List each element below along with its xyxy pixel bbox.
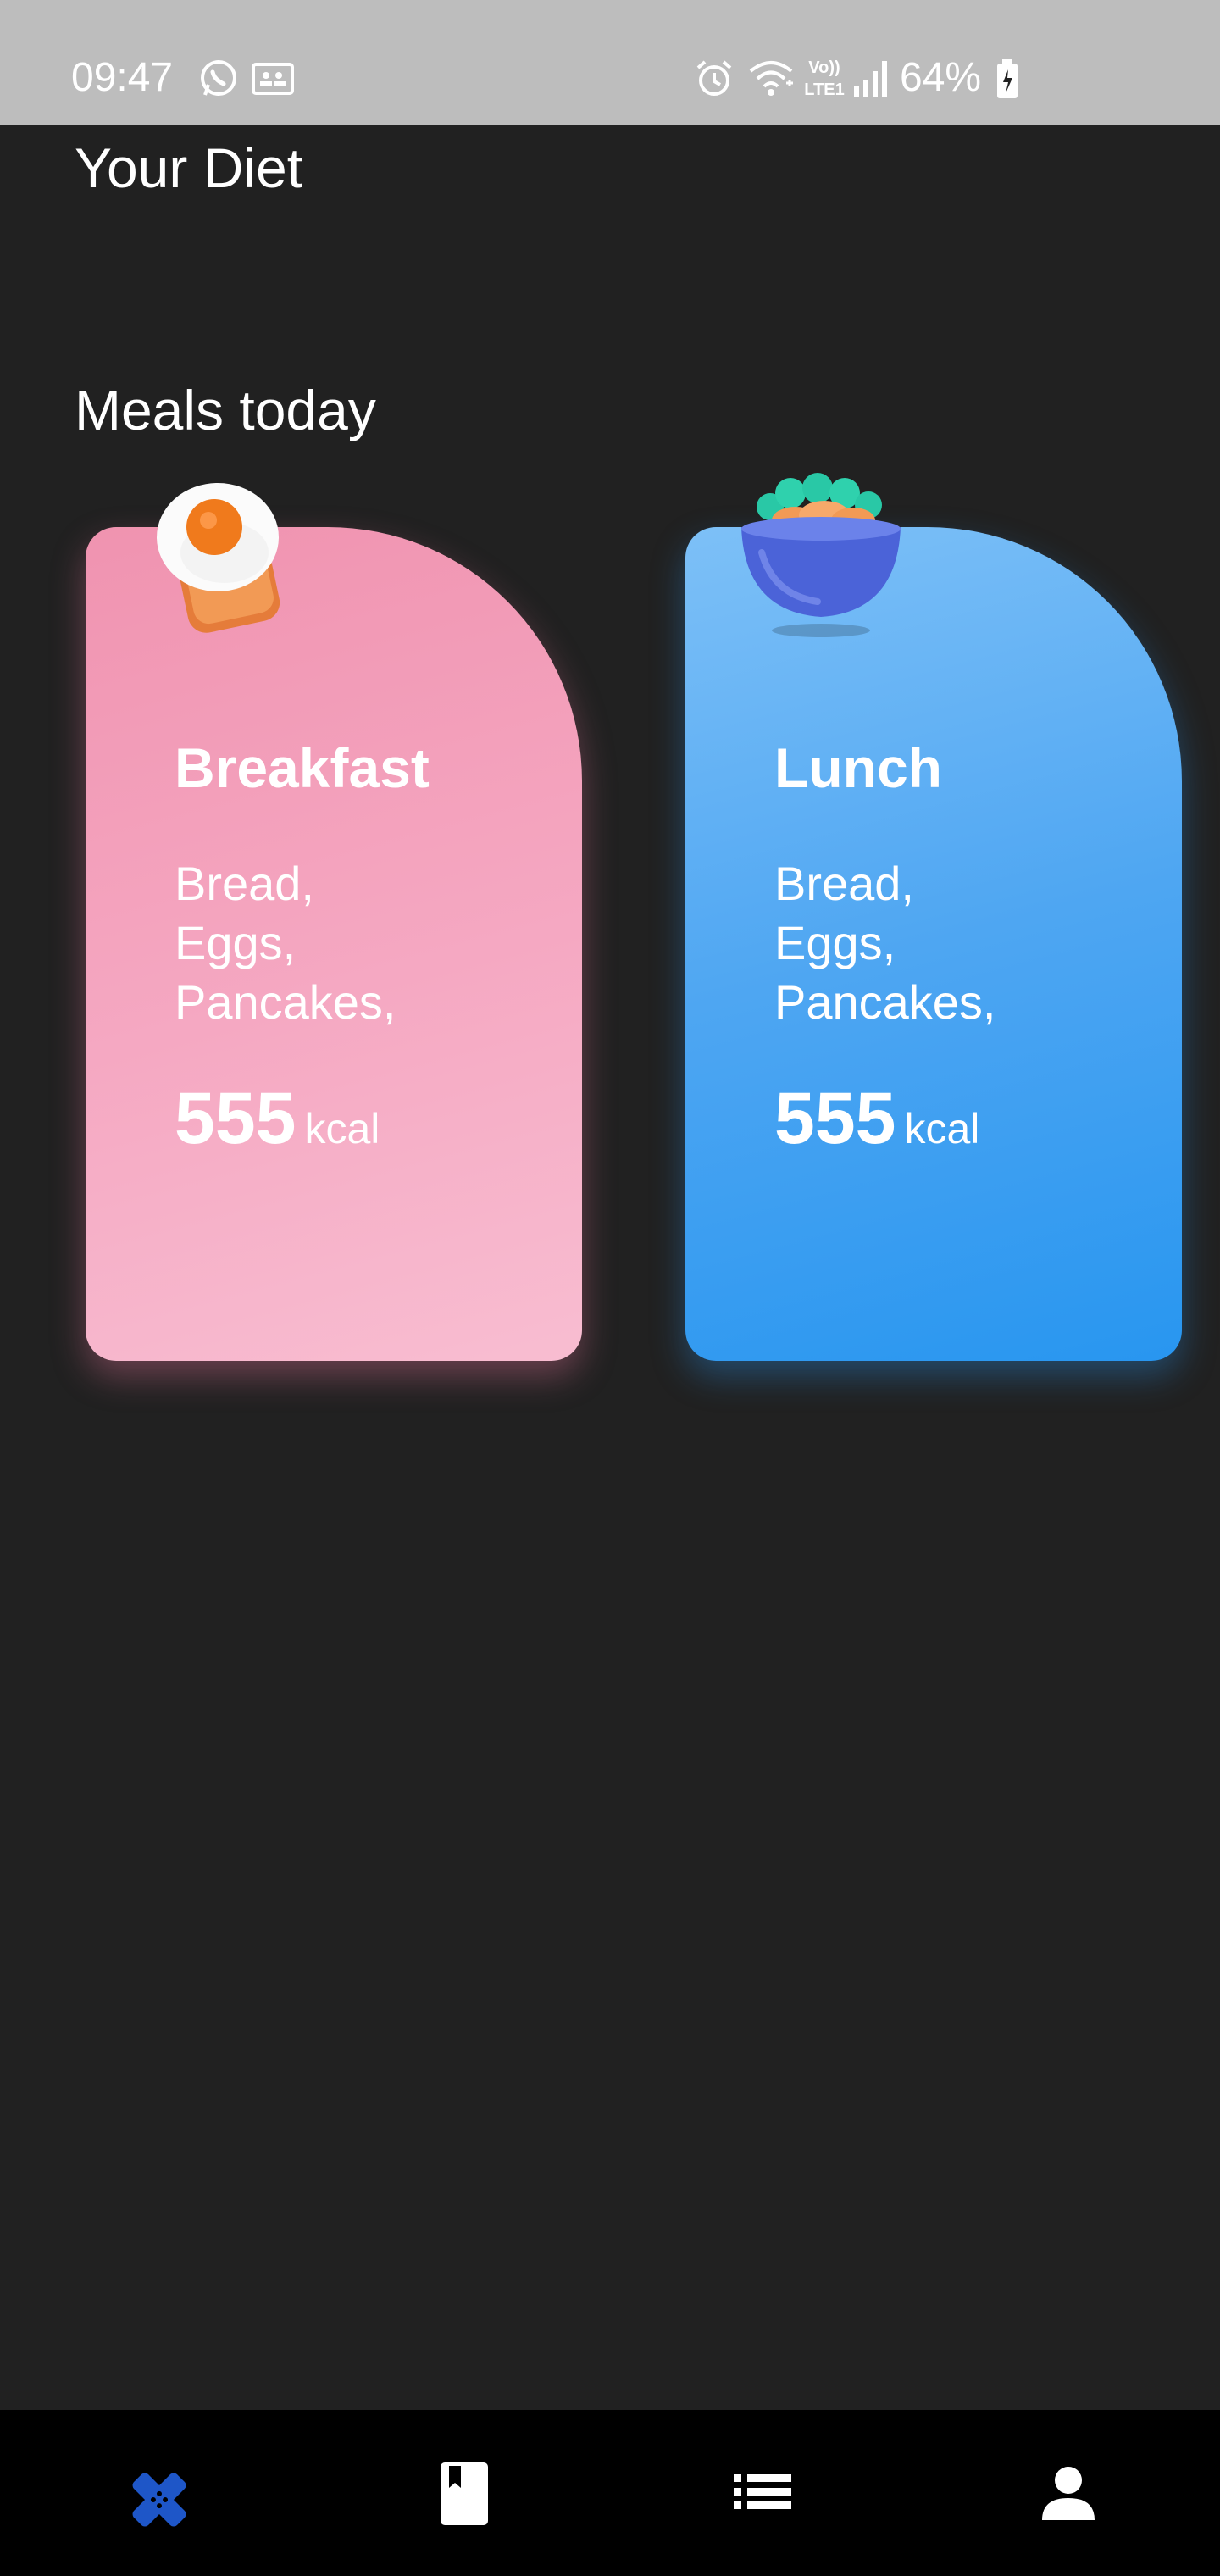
battery-percent: 64% bbox=[900, 55, 982, 100]
svg-text:Vo)): Vo)) bbox=[808, 58, 840, 77]
bottom-nav bbox=[0, 2410, 1220, 2576]
kcal-unit: kcal bbox=[304, 1105, 380, 1152]
meal-items-list: Bread, Eggs, Pancakes, bbox=[175, 854, 396, 1032]
meal-calories: 555 kcal bbox=[175, 1076, 380, 1171]
page-title: Your Diet bbox=[75, 136, 303, 199]
alarm-icon bbox=[693, 58, 735, 104]
gallery-icon bbox=[251, 58, 295, 103]
health-bandage-icon bbox=[132, 2473, 186, 2527]
meal-card-breakfast[interactable]: Breakfast Bread, Eggs, Pancakes, 555 kcal bbox=[86, 483, 582, 1361]
svg-text:LTE1: LTE1 bbox=[804, 80, 844, 99]
meal-items-list: Bread, Eggs, Pancakes, bbox=[774, 854, 996, 1032]
meal-item: Eggs, bbox=[774, 916, 896, 969]
kcal-value: 555 bbox=[774, 1078, 896, 1159]
status-time: 09:47 bbox=[71, 55, 174, 100]
battery-icon bbox=[995, 58, 1020, 104]
nav-item-profile[interactable] bbox=[915, 2410, 1220, 2576]
signal-icon bbox=[852, 58, 890, 103]
meal-card-lunch[interactable]: Lunch Bread, Eggs, Pancakes, 555 kcal bbox=[685, 473, 1182, 1361]
person-icon bbox=[1042, 2467, 1095, 2520]
meal-item: Pancakes, bbox=[175, 975, 396, 1029]
whatsapp-icon bbox=[198, 58, 239, 103]
meal-item: Pancakes, bbox=[774, 975, 996, 1029]
meal-item: Eggs, bbox=[175, 916, 297, 969]
kcal-value: 555 bbox=[175, 1078, 297, 1159]
fried-egg-toast-icon bbox=[136, 468, 306, 646]
salad-bowl-icon bbox=[736, 468, 906, 646]
meal-name: Lunch bbox=[774, 736, 942, 799]
meal-name: Breakfast bbox=[175, 736, 430, 799]
nav-item-book[interactable] bbox=[305, 2410, 610, 2576]
meal-item: Bread, bbox=[175, 857, 314, 910]
status-bar: 09:47 Vo)) LTE1 64% bbox=[0, 0, 1220, 125]
nav-item-health[interactable] bbox=[0, 2410, 305, 2576]
list-icon bbox=[734, 2474, 791, 2509]
nav-item-list[interactable] bbox=[610, 2410, 915, 2576]
bookmark-book-icon bbox=[441, 2462, 488, 2525]
kcal-unit: kcal bbox=[904, 1105, 980, 1152]
volte-icon: Vo)) LTE1 bbox=[800, 56, 849, 104]
wifi-icon bbox=[749, 58, 796, 103]
section-title: Meals today bbox=[75, 379, 376, 441]
meal-item: Bread, bbox=[774, 857, 914, 910]
meal-calories: 555 kcal bbox=[774, 1076, 979, 1171]
